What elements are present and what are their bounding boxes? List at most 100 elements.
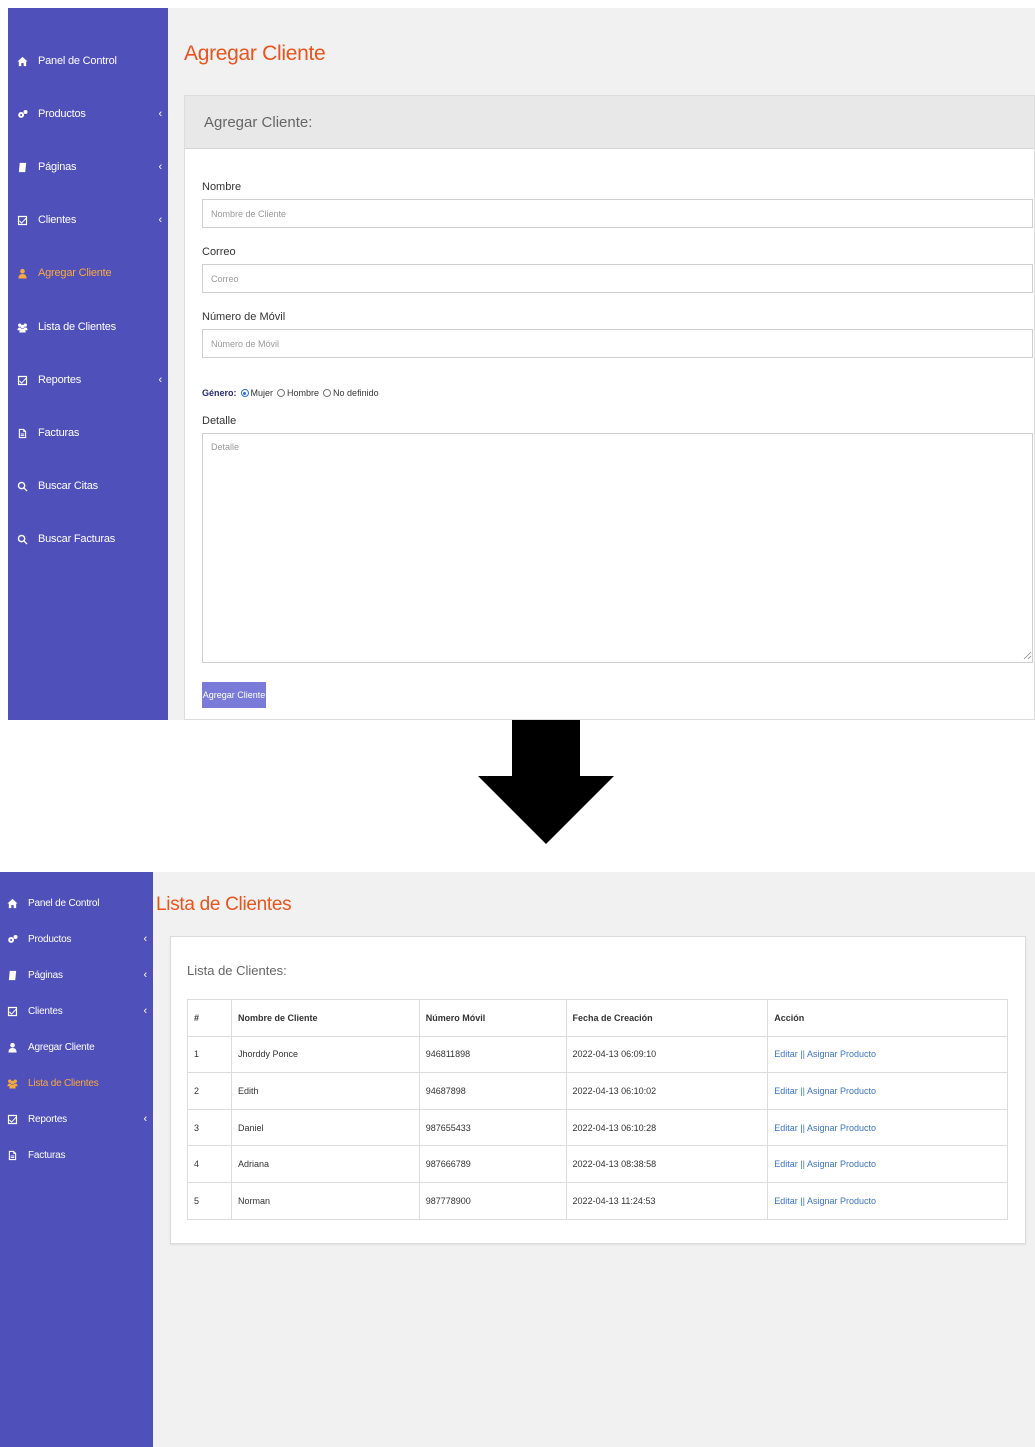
movil-label: Número de Móvil [202, 311, 286, 323]
home-icon [4, 896, 20, 910]
cell-number: 2 [187, 1072, 232, 1110]
gears-icon [4, 932, 20, 946]
sidebar-item-buscar-citas[interactable]: Buscar Citas [8, 471, 168, 501]
table-row: 4 Adriana 987666789 2022-04-13 08:38:58 … [187, 1145, 1008, 1183]
checkbox-icon [14, 213, 30, 227]
nombre-input[interactable] [202, 199, 1033, 228]
sidebar-screen1: Panel de Control Productos ‹ Páginas ‹ C… [8, 8, 168, 720]
table-row: 5 Norman 987778900 2022-04-13 11:24:53 E… [187, 1181, 1008, 1220]
sidebar-item-buscar-facturas[interactable]: Buscar Facturas [8, 524, 168, 554]
cell-number: 5 [187, 1181, 232, 1220]
sidebar-item-label: Páginas [38, 161, 77, 173]
column-header-movil: Número Móvil [418, 999, 567, 1037]
sidebar-screen2: Panel de Control Productos ‹ Páginas ‹ C… [0, 872, 153, 1447]
search-icon [14, 479, 30, 493]
invoice-icon [14, 426, 30, 440]
action-links[interactable]: Editar || Asignar Producto [767, 1035, 1008, 1074]
sidebar-item-reportes[interactable]: Reportes ‹ [8, 365, 168, 395]
cell-number: 1 [187, 1035, 232, 1074]
sidebar-item-panel-de-control[interactable]: Panel de Control [8, 46, 168, 76]
resize-grip-icon[interactable] [1023, 651, 1032, 660]
sidebar-item-label: Clientes [28, 1005, 63, 1017]
arrow-down-icon [478, 720, 614, 844]
action-links[interactable]: Editar || Asignar Producto [767, 1145, 1008, 1183]
users-icon [14, 320, 30, 334]
sidebar-item-label: Lista de Clientes [28, 1077, 99, 1089]
sidebar-item-agregar-cliente[interactable]: Agregar Cliente [0, 1032, 153, 1062]
cell-number: 4 [187, 1145, 232, 1183]
detalle-label: Detalle [202, 415, 237, 427]
radio-mujer[interactable] [240, 389, 249, 397]
sidebar-item-label: Productos [38, 108, 86, 120]
panel-title: Agregar Cliente: [204, 114, 313, 131]
sidebar-item-facturas[interactable]: Facturas [8, 418, 168, 448]
cell-nombre: Adriana [230, 1145, 420, 1183]
users-icon [4, 1076, 20, 1090]
sidebar-item-lista-de-clientes[interactable]: Lista de Clientes [0, 1068, 153, 1098]
cell-movil: 987655433 [418, 1108, 567, 1147]
correo-input[interactable] [202, 264, 1033, 293]
sidebar-item-label: Clientes [38, 214, 77, 226]
action-links[interactable]: Editar || Asignar Producto [767, 1108, 1008, 1147]
action-links[interactable]: Editar || Asignar Producto [767, 1072, 1008, 1110]
sidebar-item-reportes[interactable]: Reportes ‹ [0, 1104, 153, 1134]
detalle-textarea[interactable] [202, 433, 1033, 663]
cell-fecha: 2022-04-13 06:09:10 [565, 1035, 769, 1074]
sidebar-item-label: Productos [28, 933, 72, 945]
correo-label: Correo [202, 246, 236, 258]
cell-movil: 946811898 [418, 1035, 567, 1074]
sidebar-item-label: Reportes [38, 374, 82, 386]
chevron-left-icon: ‹ [158, 214, 163, 226]
radio-no-definido[interactable] [323, 389, 332, 397]
sidebar-item-label: Buscar Facturas [38, 533, 116, 545]
checkbox-icon [4, 1004, 20, 1018]
agregar-cliente-button[interactable]: Agregar Cliente [202, 682, 266, 708]
page-title: Agregar Cliente [184, 42, 326, 65]
movil-input[interactable] [202, 329, 1033, 358]
checkbox-icon [14, 373, 30, 387]
radio-hombre[interactable] [277, 389, 286, 397]
client-list-panel: Lista de Clientes: # Nombre de Cliente N… [170, 936, 1026, 1244]
cell-nombre: Daniel [230, 1108, 420, 1147]
content-screen2: Lista de Clientes Lista de Clientes: # N… [153, 872, 1035, 1447]
chevron-left-icon: ‹ [158, 374, 163, 386]
chevron-left-icon: ‹ [158, 161, 163, 173]
sidebar-item-label: Facturas [28, 1149, 66, 1161]
column-header-accion: Acción [767, 999, 1008, 1037]
panel-title: Lista de Clientes: [187, 963, 287, 978]
sidebar-item-label: Buscar Citas [38, 480, 98, 492]
gender-radio-group: Género: Mujer Hombre No definido [202, 388, 382, 398]
cell-movil: 94687898 [418, 1072, 567, 1110]
sidebar-item-panel-de-control[interactable]: Panel de Control [0, 888, 153, 918]
sidebar-item-label: Agregar Cliente [38, 267, 112, 279]
sidebar-item-productos[interactable]: Productos ‹ [0, 924, 153, 954]
sidebar-item-lista-de-clientes[interactable]: Lista de Clientes [8, 312, 168, 342]
chevron-left-icon: ‹ [158, 108, 163, 120]
sidebar-item-clientes[interactable]: Clientes ‹ [0, 996, 153, 1026]
action-links[interactable]: Editar || Asignar Producto [767, 1181, 1008, 1220]
table-row: 1 Jhorddy Ponce 946811898 2022-04-13 06:… [187, 1035, 1008, 1074]
sidebar-item-productos[interactable]: Productos ‹ [8, 99, 168, 129]
book-icon [14, 160, 30, 174]
chevron-left-icon: ‹ [143, 969, 148, 981]
page-title: Lista de Clientes [156, 894, 292, 915]
sidebar-item-facturas[interactable]: Facturas [0, 1140, 153, 1170]
gears-icon [14, 107, 30, 121]
radio-mujer-label: Mujer [250, 388, 274, 398]
sidebar-item-label: Páginas [28, 969, 63, 981]
sidebar-item-clientes[interactable]: Clientes ‹ [8, 205, 168, 235]
sidebar-item-label: Agregar Cliente [28, 1041, 95, 1053]
chevron-left-icon: ‹ [143, 933, 148, 945]
content-screen1: Agregar Cliente Agregar Cliente: Nombre … [168, 8, 1035, 720]
cell-fecha: 2022-04-13 06:10:02 [565, 1072, 769, 1110]
sidebar-item-paginas[interactable]: Páginas ‹ [8, 152, 168, 182]
sidebar-item-label: Lista de Clientes [38, 321, 116, 333]
cell-nombre: Norman [230, 1181, 420, 1220]
sidebar-item-agregar-cliente[interactable]: Agregar Cliente [8, 258, 168, 288]
genero-label: Género: [202, 388, 237, 398]
cell-fecha: 2022-04-13 08:38:58 [565, 1145, 769, 1183]
user-icon [4, 1040, 20, 1054]
chevron-left-icon: ‹ [143, 1113, 148, 1125]
sidebar-item-label: Reportes [28, 1113, 67, 1125]
sidebar-item-paginas[interactable]: Páginas ‹ [0, 960, 153, 990]
